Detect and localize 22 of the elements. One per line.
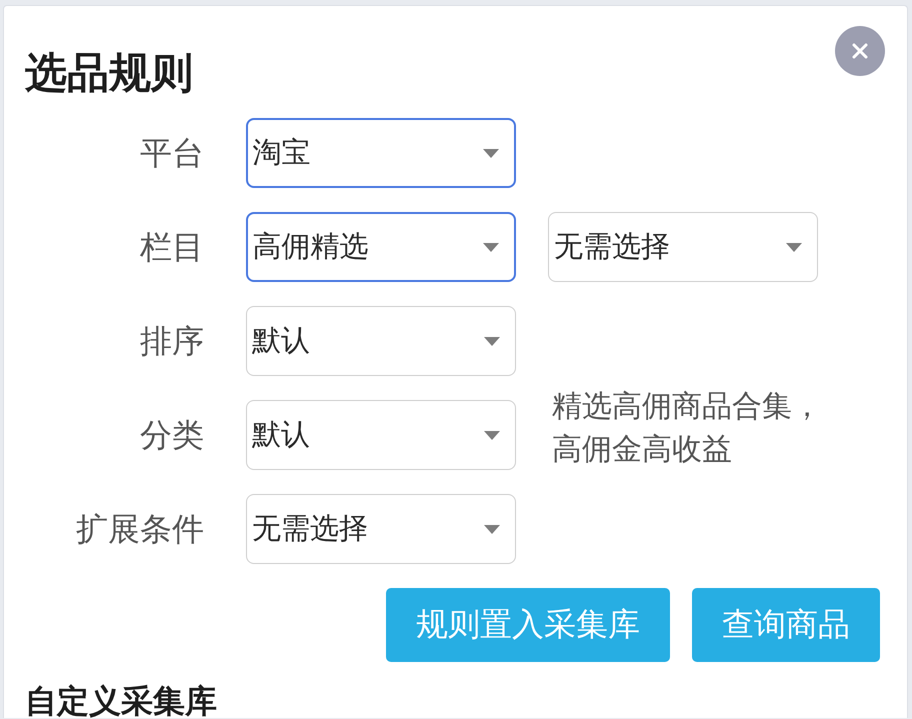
field-label: 平台: [140, 134, 204, 172]
caret-icon: [484, 430, 500, 440]
description-text: 精选高佣商品合集，高佣金高收益: [552, 388, 823, 469]
dropdown[interactable]: 无需选择: [246, 494, 516, 564]
dropdown[interactable]: 无需选择: [548, 212, 818, 282]
field-label: 栏目: [140, 228, 204, 266]
caret-icon: [483, 242, 499, 252]
dropdown[interactable]: 默认: [246, 400, 516, 470]
field-label: 扩展条件: [76, 510, 204, 548]
section-title: 自定义采集库: [25, 684, 217, 718]
caret-icon: [786, 242, 802, 252]
close-button[interactable]: [835, 26, 885, 76]
field-label: 排序: [140, 322, 204, 360]
dropdown[interactable]: 高佣精选: [246, 212, 516, 282]
caret-icon: [484, 524, 500, 534]
dropdown[interactable]: 默认: [246, 306, 516, 376]
field-label: 分类: [140, 416, 204, 454]
caret-icon: [483, 148, 499, 158]
dialog-title: 选品规则: [25, 48, 193, 98]
dropdown[interactable]: 淘宝: [246, 118, 516, 188]
caret-icon: [484, 336, 500, 346]
close-icon: [852, 43, 868, 59]
